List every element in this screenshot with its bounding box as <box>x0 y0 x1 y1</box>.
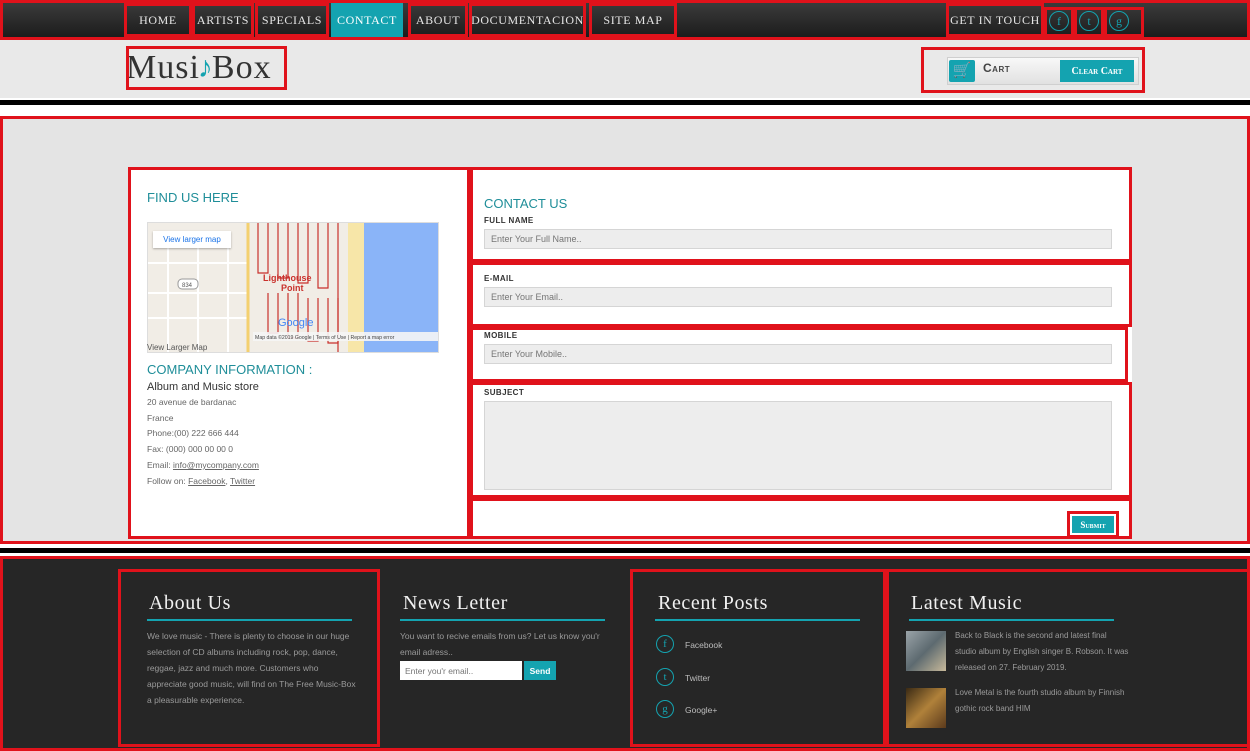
about-underline <box>147 619 352 621</box>
twitter-post-glyph: t <box>663 671 667 683</box>
posts-underline <box>655 619 860 621</box>
submit-button[interactable]: Submit <box>1067 511 1119 538</box>
email-input[interactable] <box>484 287 1112 307</box>
nav-specials[interactable]: Specials <box>255 3 329 37</box>
nav-home-label: Home <box>139 12 177 27</box>
svg-text:834: 834 <box>182 283 193 289</box>
email-prefix: Email: <box>147 460 173 470</box>
mobile-label: Mobile <box>484 331 518 340</box>
newsletter-email-input[interactable] <box>400 661 522 680</box>
cart-label[interactable]: Cart <box>983 61 1010 75</box>
company-follow: Follow on: Facebook, Twitter <box>147 476 256 486</box>
post-google-link[interactable]: Google+ <box>685 705 717 715</box>
view-larger-map-button[interactable]: View larger map <box>153 231 231 248</box>
google-icon[interactable]: g <box>1109 11 1129 31</box>
nav-documentacion[interactable]: Documentacion <box>469 3 586 37</box>
about-us-text: We love music - There is plenty to choos… <box>147 631 356 705</box>
full-name-label: Full Name <box>484 216 534 225</box>
company-fax: Fax: (000) 000 00 00 0 <box>147 444 234 454</box>
nav-home[interactable]: Home <box>124 3 192 37</box>
submit-group <box>470 498 1132 539</box>
clear-cart-button[interactable]: Clear Cart <box>1060 60 1134 82</box>
nav-specials-label: Specials <box>261 12 323 27</box>
company-info-title: COMPANY INFORMATION : <box>147 362 313 377</box>
facebook-post-glyph: f <box>663 638 667 650</box>
facebook-post-icon[interactable]: f <box>656 635 674 653</box>
follow-twitter-link[interactable]: Twitter <box>230 476 255 486</box>
follow-facebook-link[interactable]: Facebook <box>188 476 225 486</box>
divider-top <box>0 100 1250 105</box>
nav-contact-label: Contact <box>337 12 397 27</box>
about-us-title: About Us <box>149 592 232 614</box>
svg-text:Google: Google <box>278 317 313 329</box>
latest-music-item[interactable]: Back to Black is the second and latest f… <box>955 628 1130 676</box>
nav-contact[interactable]: Contact <box>331 3 403 37</box>
mobile-input[interactable] <box>484 344 1112 364</box>
newsletter-text: You want to recive emails from us? Let u… <box>400 631 600 657</box>
facebook-icon-glyph: f <box>1057 13 1061 28</box>
google-post-glyph: g <box>662 703 668 715</box>
find-us-title: FIND US HERE <box>147 190 239 205</box>
album-thumbnail[interactable] <box>906 631 946 671</box>
company-country: France <box>147 413 174 423</box>
location-map[interactable]: 834 Lighthouse Point Google Map data ©20… <box>147 222 439 353</box>
music-underline <box>909 619 1114 621</box>
email-label: E-mail <box>484 274 514 283</box>
newsletter-send-button[interactable]: Send <box>524 661 556 680</box>
newsletter-title: News Letter <box>403 592 508 614</box>
company-email: Email: info@mycompany.com <box>147 460 259 470</box>
logo-text-left: Musi <box>126 49 200 86</box>
cart-widget: 🛒 Cart Clear Cart <box>921 47 1145 93</box>
post-facebook-link[interactable]: Facebook <box>685 640 722 650</box>
shopping-cart-icon[interactable]: 🛒 <box>949 60 975 82</box>
newsletter-underline <box>400 619 605 621</box>
contact-us-title: CONTACT US <box>484 196 568 211</box>
nav-site-map[interactable]: Site Map <box>589 3 677 37</box>
latest-music-title: Latest Music <box>911 592 1023 614</box>
full-name-input[interactable] <box>484 229 1112 249</box>
map-attribution: Map data ©2019 Google | Terms of Use | R… <box>255 334 395 341</box>
view-larger-map-link[interactable]: View Larger Map <box>147 343 207 352</box>
site-logo[interactable]: Musi ♪ Box <box>126 46 287 90</box>
nav-about-label: About <box>415 12 461 27</box>
svg-text:Point: Point <box>281 283 304 293</box>
nav-site-map-label: Site Map <box>603 12 663 27</box>
nav-documentacion-label: Documentacion <box>471 12 584 27</box>
email-link[interactable]: info@mycompany.com <box>173 460 259 470</box>
twitter-icon[interactable]: t <box>1079 11 1099 31</box>
nav-about[interactable]: About <box>408 3 468 37</box>
google-post-icon[interactable]: g <box>656 700 674 718</box>
facebook-icon[interactable]: f <box>1049 11 1069 31</box>
album-thumbnail[interactable] <box>906 688 946 728</box>
latest-music-item[interactable]: Love Metal is the fourth studio album by… <box>955 685 1130 717</box>
divider-bottom <box>0 548 1250 553</box>
subject-input[interactable] <box>484 401 1112 490</box>
post-twitter-link[interactable]: Twitter <box>685 673 710 683</box>
twitter-icon-glyph: t <box>1087 13 1091 28</box>
google-icon-glyph: g <box>1116 13 1122 28</box>
company-name: Album and Music store <box>147 381 259 393</box>
twitter-post-icon[interactable]: t <box>656 668 674 686</box>
follow-prefix: Follow on: <box>147 476 189 486</box>
subject-label: Subject <box>484 388 525 397</box>
company-phone: Phone:(00) 222 666 444 <box>147 428 239 438</box>
nav-artists[interactable]: Artists <box>192 3 254 37</box>
logo-text-right: Box <box>211 49 272 86</box>
svg-text:Lighthouse: Lighthouse <box>263 273 312 283</box>
get-in-touch-label: Get in Touch <box>950 12 1040 27</box>
company-address: 20 avenue de bardanac <box>147 397 237 407</box>
recent-posts-title: Recent Posts <box>658 592 768 614</box>
get-in-touch: Get in Touch <box>946 3 1044 37</box>
nav-artists-label: Artists <box>196 12 250 27</box>
